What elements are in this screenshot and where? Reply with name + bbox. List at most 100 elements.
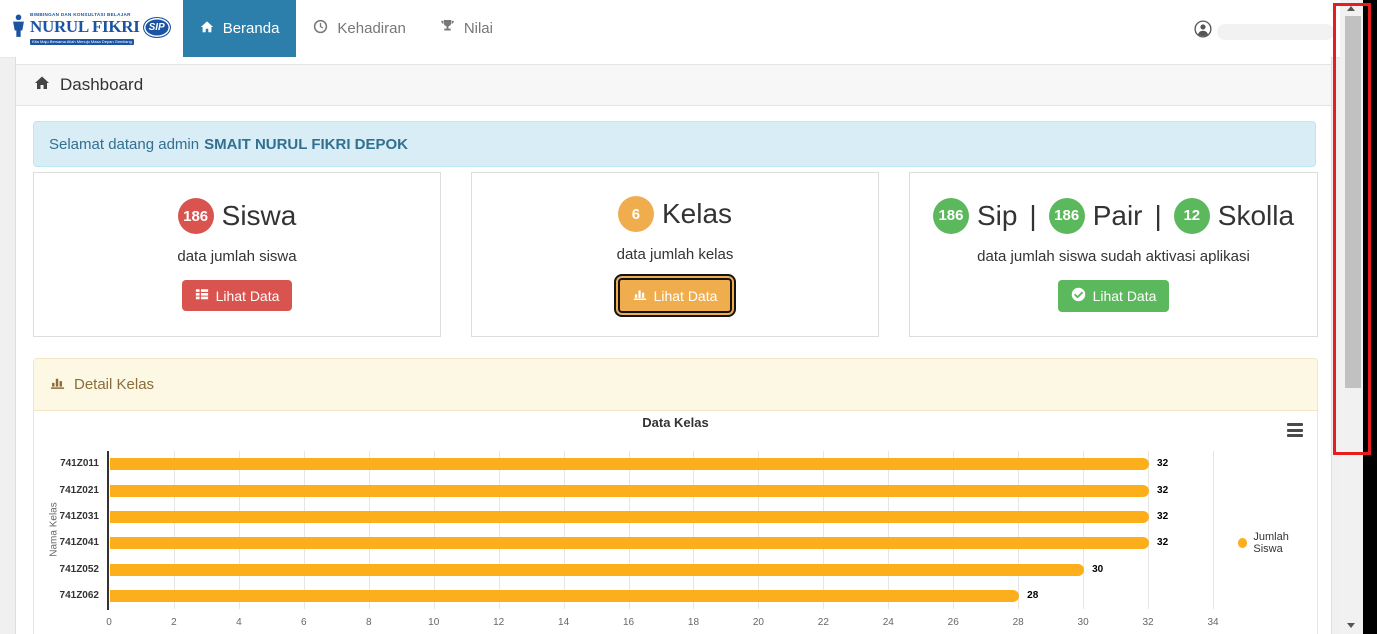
page-background-left: [0, 58, 15, 634]
nav-item-kehadiran[interactable]: Kehadiran: [296, 0, 422, 57]
top-navbar: BIMBINGAN DAN KONSULTASI BELAJAR NURUL F…: [0, 0, 1340, 58]
bar-value-label: 32: [1157, 511, 1168, 523]
x-axis-tick-label: 34: [1198, 617, 1228, 629]
card-subtitle: data jumlah siswa: [177, 248, 296, 265]
lihat-data-kelas-button[interactable]: Lihat Data: [618, 278, 733, 313]
count-badge-skolla: 12: [1174, 198, 1210, 234]
bar-chart-icon: [633, 287, 647, 304]
separator: |: [1029, 200, 1036, 232]
page-title: Dashboard: [60, 75, 143, 95]
logo-person-icon: [12, 14, 25, 43]
user-icon: [1194, 20, 1212, 43]
page-header: Dashboard: [16, 64, 1331, 106]
home-icon: [200, 20, 214, 38]
logo-tagline: Kita Maju Bersama Allah Menuju Masa Depa…: [30, 39, 134, 45]
button-label: Lihat Data: [216, 288, 280, 304]
clock-icon: [313, 19, 328, 38]
x-gridline: [174, 451, 175, 609]
card-subtitle: data jumlah siswa sudah aktivasi aplikas…: [977, 248, 1250, 265]
nav-item-beranda[interactable]: Beranda: [183, 0, 297, 57]
bar-741Z031[interactable]: [110, 511, 1149, 523]
count-badge-siswa: 186: [178, 198, 214, 234]
list-icon: [195, 287, 209, 304]
scrollbar-down-arrow-icon[interactable]: [1347, 623, 1355, 628]
x-axis-tick-label: 6: [289, 617, 319, 629]
detail-kelas-panel: Detail Kelas Data Kelas Nama Kelas Jumla…: [33, 358, 1318, 634]
x-axis-tick-label: 14: [549, 617, 579, 629]
legend-marker: [1238, 538, 1247, 548]
badge-label-pair: Pair: [1093, 200, 1143, 232]
x-gridline: [823, 451, 824, 609]
y-axis-category-label: 741Z041: [33, 537, 99, 549]
x-axis-tick-label: 30: [1068, 617, 1098, 629]
x-gridline: [888, 451, 889, 609]
bar-741Z062[interactable]: [110, 590, 1019, 602]
bar-741Z052[interactable]: [110, 564, 1084, 576]
nav-item-nilai[interactable]: Nilai: [423, 0, 510, 57]
x-gridline: [629, 451, 630, 609]
trophy-icon: [440, 19, 455, 38]
welcome-text: Selamat datang admin: [49, 136, 199, 153]
card-siswa: 186 Siswa data jumlah siswa Lihat Data: [33, 172, 441, 337]
scrollbar-up-arrow-icon[interactable]: [1347, 6, 1355, 11]
y-axis-category-label: 741Z062: [33, 590, 99, 602]
bar-value-label: 32: [1157, 485, 1168, 497]
bar-chart-icon: [50, 375, 65, 394]
badge-label-skolla: Skolla: [1218, 200, 1294, 232]
user-menu[interactable]: [1194, 20, 1334, 43]
nav-item-label: Beranda: [223, 20, 280, 37]
bar-value-label: 32: [1157, 537, 1168, 549]
page-background-right: [1332, 58, 1340, 634]
app-window: BIMBINGAN DAN KONSULTASI BELAJAR NURUL F…: [0, 0, 1377, 634]
school-name: SMAIT NURUL FIKRI DEPOK: [204, 136, 408, 153]
x-axis-tick-label: 12: [484, 617, 514, 629]
card-title-siswa: Siswa: [222, 200, 297, 232]
x-gridline: [1083, 451, 1084, 609]
bar-741Z011[interactable]: [110, 458, 1149, 470]
y-axis-category-label: 741Z052: [33, 564, 99, 576]
scrollbar-thumb[interactable]: [1345, 16, 1361, 388]
home-icon: [34, 75, 50, 96]
app-logo[interactable]: BIMBINGAN DAN KONSULTASI BELAJAR NURUL F…: [0, 0, 181, 57]
legend-item-jumlah-siswa[interactable]: Jumlah Siswa: [1238, 531, 1317, 555]
logo-sip-badge: SIP: [143, 17, 171, 38]
bar-741Z021[interactable]: [110, 485, 1149, 497]
bar-value-label: 30: [1092, 564, 1103, 576]
card-subtitle: data jumlah kelas: [617, 246, 734, 263]
y-axis-category-label: 741Z011: [33, 458, 99, 470]
x-axis-tick-label: 18: [678, 617, 708, 629]
data-kelas-chart: Data Kelas Nama Kelas Jumlah Siswa 02468…: [34, 411, 1317, 634]
x-gridline: [1213, 451, 1214, 609]
lihat-data-aktivasi-button[interactable]: Lihat Data: [1058, 280, 1170, 312]
legend-label: Jumlah Siswa: [1253, 531, 1317, 555]
screen-edge-black-strip: [1363, 0, 1377, 634]
x-axis-tick-label: 8: [354, 617, 384, 629]
bar-value-label: 28: [1027, 590, 1038, 602]
lihat-data-siswa-button[interactable]: Lihat Data: [182, 280, 293, 311]
x-gridline: [693, 451, 694, 609]
bar-741Z041[interactable]: [110, 537, 1149, 549]
y-axis-line: [107, 451, 109, 610]
content-container: Dashboard Selamat datang admin SMAIT NUR…: [15, 57, 1332, 634]
count-badge-pair: 186: [1049, 198, 1085, 234]
bar-value-label: 32: [1157, 458, 1168, 470]
chart-title: Data Kelas: [34, 415, 1317, 430]
button-label: Lihat Data: [654, 288, 718, 304]
card-title-kelas: Kelas: [662, 198, 732, 230]
card-aktivasi: 186 Sip | 186 Pair | 12 Skolla data juml…: [909, 172, 1318, 337]
nav-item-label: Kehadiran: [337, 20, 405, 37]
x-axis-tick-label: 16: [614, 617, 644, 629]
card-kelas: 6 Kelas data jumlah kelas Lihat Data: [471, 172, 879, 337]
x-gridline: [564, 451, 565, 609]
button-label: Lihat Data: [1093, 288, 1157, 304]
detail-kelas-heading: Detail Kelas: [34, 359, 1317, 411]
browser-scrollbar[interactable]: [1340, 0, 1363, 634]
nav-item-label: Nilai: [464, 20, 493, 37]
user-name-redacted: [1217, 24, 1334, 40]
panel-title: Detail Kelas: [74, 376, 154, 393]
logo-text: BIMBINGAN DAN KONSULTASI BELAJAR NURUL F…: [30, 12, 171, 45]
chart-menu-icon[interactable]: [1287, 423, 1303, 440]
x-axis-tick-label: 0: [94, 617, 124, 629]
x-axis-tick-label: 28: [1003, 617, 1033, 629]
x-gridline: [239, 451, 240, 609]
